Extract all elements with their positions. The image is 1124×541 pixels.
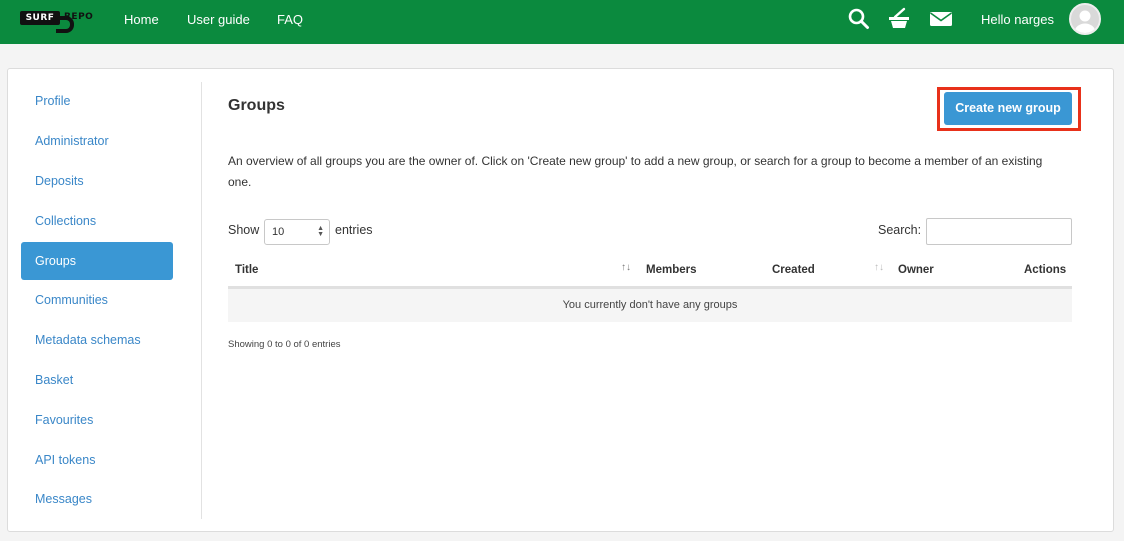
column-header-actions: Actions [1024,264,1067,276]
surf-repo-logo[interactable]: SURF REPO [20,10,96,34]
sidebar-item-groups[interactable]: Groups [21,242,173,280]
mail-icon[interactable] [928,6,954,32]
table-empty-row: You currently don't have any groups [228,289,1072,322]
sidebar-item-profile[interactable]: Profile [21,82,173,120]
logo-text-surf: SURF [20,11,60,25]
content-card: Profile Administrator Deposits Collectio… [7,68,1114,532]
search-label: Search: [878,223,922,237]
sidebar-item-api-tokens[interactable]: API tokens [21,441,173,479]
select-arrows-icon: ▲ ▼ [317,225,324,238]
table-info: Showing 0 to 0 of 0 entries [228,339,341,350]
logo-text-repo: REPO [64,12,94,22]
sidebar-item-collections[interactable]: Collections [21,202,173,240]
user-greeting[interactable]: Hello narges [981,12,1054,28]
column-header-title[interactable]: Title [235,264,258,276]
sidebar-item-administrator[interactable]: Administrator [21,122,173,160]
sidebar-item-deposits[interactable]: Deposits [21,162,173,200]
sidebar-item-favourites[interactable]: Favourites [21,401,173,439]
sidebar-item-metadata-schemas[interactable]: Metadata schemas [21,321,173,359]
column-header-members[interactable]: Members [646,264,697,276]
sort-icon[interactable]: ↑↓ [874,262,884,273]
basket-icon[interactable] [886,6,912,32]
entries-select-value: 10 [272,226,285,238]
page-title: Groups [228,97,285,114]
page-description: An overview of all groups you are the ow… [228,154,1043,189]
table-search-input[interactable] [926,218,1072,245]
top-navbar: SURF REPO Home User guide FAQ Hello narg… [0,0,1124,44]
column-header-created[interactable]: Created [772,264,815,276]
nav-faq-link[interactable]: FAQ [277,12,303,28]
column-header-owner[interactable]: Owner [898,264,934,276]
create-new-group-button[interactable]: Create new group [944,92,1072,125]
nav-home-link[interactable]: Home [124,12,159,28]
show-label: Show [228,223,260,237]
sort-icon[interactable]: ↑↓ [621,262,631,273]
search-icon[interactable] [846,6,872,32]
sidebar-divider [201,82,202,519]
avatar-person-icon [1075,10,1095,33]
sidebar-item-basket[interactable]: Basket [21,361,173,399]
entries-label: entries [335,223,373,237]
sidebar-item-messages[interactable]: Messages [21,480,173,518]
user-avatar[interactable] [1069,3,1101,35]
sidebar-item-communities[interactable]: Communities [21,281,173,319]
nav-user-guide-link[interactable]: User guide [187,12,250,28]
entries-per-page-select[interactable]: 10 ▲ ▼ [264,219,330,245]
